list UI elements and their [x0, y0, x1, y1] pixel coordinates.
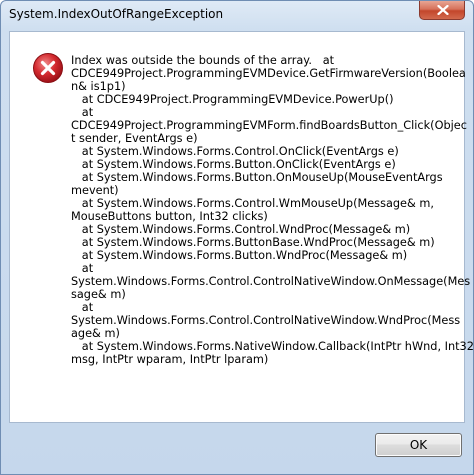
message-line: t sender, EventArgs e) [71, 132, 198, 145]
button-bar: OK [1, 423, 473, 475]
message-line: at System.Windows.Forms.ButtonBase.WndPr… [71, 236, 435, 249]
message-line: System.Windows.Forms.Control.ControlNati… [71, 275, 471, 288]
message-line: sage& m) [71, 288, 126, 301]
message-line: at System.Windows.Forms.Button.WndProc(M… [71, 249, 408, 262]
ok-button[interactable]: OK [375, 433, 462, 457]
message-line: age& m) [71, 327, 120, 340]
message-line: CDCE949Project.ProgrammingEVMDevice.GetF… [71, 67, 466, 80]
dialog-content: Index was outside the bounds of the arra… [9, 31, 474, 423]
message-line: System.Windows.Forms.Control.ControlNati… [71, 314, 461, 327]
close-button[interactable] [419, 1, 465, 20]
message-line: at System.Windows.Forms.Control.OnClick(… [71, 145, 399, 158]
error-dialog-window: System.IndexOutOfRangeException Index wa… [0, 0, 474, 475]
message-line: msg, IntPtr wparam, IntPtr lparam) [71, 353, 269, 366]
message-line: at [71, 262, 94, 275]
message-line: at System.Windows.Forms.Button.OnMouseUp… [71, 171, 443, 184]
message-line: CDCE949Project.ProgrammingEVMForm.findBo… [71, 119, 467, 132]
message-line: mevent) [71, 184, 119, 197]
title-bar[interactable]: System.IndexOutOfRangeException [1, 1, 473, 31]
message-line: Index was outside the bounds of the arra… [71, 54, 335, 67]
close-icon [437, 5, 449, 15]
message-line: at CDCE949Project.ProgrammingEVMDevice.P… [71, 93, 394, 106]
message-line: at [71, 106, 94, 119]
error-icon [33, 53, 63, 83]
message-line: at System.Windows.Forms.Button.OnClick(E… [71, 158, 396, 171]
message-line: MouseButtons button, Int32 clicks) [71, 210, 268, 223]
window-title: System.IndexOutOfRangeException [9, 7, 224, 21]
error-message: Index was outside the bounds of the arra… [71, 54, 474, 366]
message-line: at System.Windows.Forms.Control.WndProc(… [71, 223, 411, 236]
message-line: at System.Windows.Forms.NativeWindow.Cal… [71, 340, 474, 353]
message-line: n& is1p1) [71, 80, 126, 93]
message-line: at System.Windows.Forms.Control.WmMouseU… [71, 197, 434, 210]
message-line: at [71, 301, 94, 314]
